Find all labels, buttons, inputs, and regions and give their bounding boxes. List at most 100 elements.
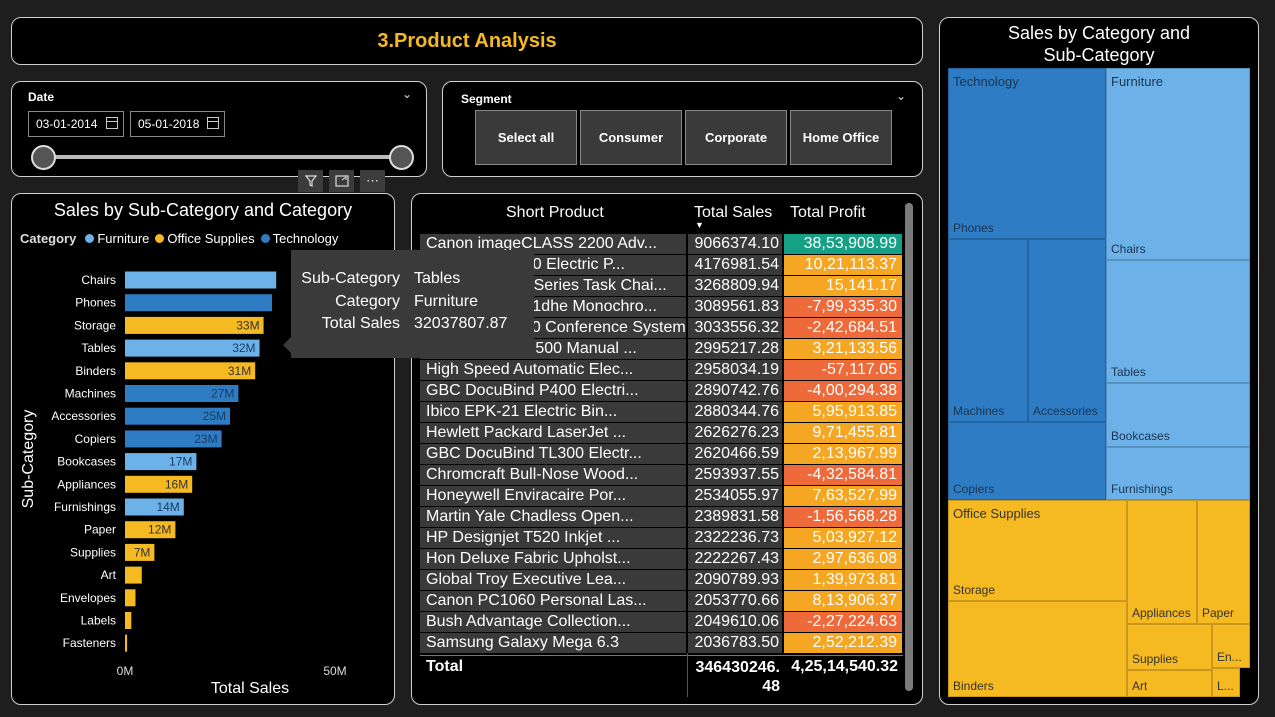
table-row[interactable]: Ibico EPK-21 Electric Bin... 2880344.76 5,… xyxy=(420,402,903,423)
y-tick-label: Envelopes xyxy=(60,591,116,605)
more-options-icon[interactable]: ⋯ xyxy=(360,170,385,192)
cell-sales: 2389831.58 xyxy=(688,507,782,527)
treemap-tile-label: Storage xyxy=(953,583,996,597)
cell-product: Hewlett Packard LaserJet ... xyxy=(420,423,686,443)
date-slicer-label: Date xyxy=(28,90,55,104)
table-row[interactable]: Honeywell Enviracaire Por... 2534055.97 7,… xyxy=(420,486,903,507)
y-tick-label: Chairs xyxy=(81,273,116,287)
treemap-tile-label: Art xyxy=(1132,679,1148,693)
cell-profit: 38,53,908.99 xyxy=(784,234,902,254)
cell-profit: -2,27,224.63 xyxy=(784,612,902,632)
column-header-total-profit[interactable]: Total Profit xyxy=(790,204,866,222)
calendar-icon[interactable] xyxy=(106,117,118,129)
bar[interactable] xyxy=(125,566,142,584)
cell-sales: 2222267.43 xyxy=(688,549,782,569)
calendar-icon[interactable] xyxy=(207,117,219,129)
table-row[interactable]: Martin Yale Chadless Open... 2389831.58 -1… xyxy=(420,507,903,528)
cell-sales: 2995217.28 xyxy=(688,339,782,359)
treemap-tile-label: Paper xyxy=(1202,606,1235,620)
treemap-tile-label: Supplies xyxy=(1132,652,1179,666)
treemap-tile[interactable]: Paper xyxy=(1197,500,1250,624)
segment-home-office-button[interactable]: Home Office xyxy=(790,110,892,165)
table-row[interactable]: Chromcraft Bull-Nose Wood... 2593937.55 -4… xyxy=(420,465,903,486)
bar[interactable] xyxy=(125,634,128,652)
table-row[interactable]: Samsung Galaxy Mega 6.3 2036783.50 2,52,21… xyxy=(420,633,903,654)
sort-desc-icon[interactable]: ▼ xyxy=(695,220,704,230)
cell-profit: 3,21,133.56 xyxy=(784,339,902,359)
date-range-slider-track[interactable] xyxy=(43,155,402,159)
cell-sales: 2049610.06 xyxy=(688,612,782,632)
cell-product: HP Designjet T520 Inkjet ... xyxy=(420,528,686,548)
treemap-group-label: Furniture xyxy=(1111,74,1164,89)
treemap-tile-label: Phones xyxy=(953,221,994,235)
bar[interactable] xyxy=(125,589,136,607)
column-header-short-product[interactable]: Short Product xyxy=(506,204,604,222)
treemap-tile-label: Appliances xyxy=(1132,606,1191,620)
table-row[interactable]: GBC DocuBind TL300 Electr... 2620466.59 2,… xyxy=(420,444,903,465)
focus-mode-icon[interactable] xyxy=(329,170,354,192)
y-tick-label: Storage xyxy=(74,318,116,332)
treemap-tile[interactable]: Accessories xyxy=(1028,239,1106,422)
bar[interactable] xyxy=(125,271,277,289)
date-slider-end-handle[interactable] xyxy=(389,145,414,170)
table-row[interactable]: Global Troy Executive Lea... 2090789.93 1,… xyxy=(420,570,903,591)
y-tick-label: Fasteners xyxy=(63,636,116,650)
column-header-total-sales[interactable]: Total Sales xyxy=(694,204,772,222)
cell-profit: 2,97,636.08 xyxy=(784,549,902,569)
bar[interactable] xyxy=(125,294,272,312)
date-start-input[interactable]: 03-01-2014 xyxy=(28,111,124,137)
cell-product: Canon PC1060 Personal Las... xyxy=(420,591,686,611)
cell-product: GBC DocuBind P400 Electri... xyxy=(420,381,686,401)
y-tick-label: Furnishings xyxy=(54,500,116,514)
table-row[interactable]: Canon PC1060 Personal Las... 2053770.66 8,… xyxy=(420,591,903,612)
treemap-tile[interactable]: Art xyxy=(1127,670,1212,697)
treemap-tile[interactable]: Machines xyxy=(948,239,1028,422)
segment-consumer-button[interactable]: Consumer xyxy=(580,110,682,165)
cell-product: High Speed Automatic Elec... xyxy=(420,360,686,380)
bar-data-label: 31M xyxy=(228,364,251,378)
segment-slicer: Segment ⌄ Select all Consumer Corporate … xyxy=(442,81,923,177)
treemap-tile-label: En... xyxy=(1217,650,1242,664)
treemap-group-label: Technology xyxy=(953,74,1019,89)
segment-select-all-button[interactable]: Select all xyxy=(475,110,577,165)
treemap-tile[interactable]: Phones xyxy=(948,68,1106,239)
table-row[interactable]: HP Designjet T520 Inkjet ... 2322236.73 5,… xyxy=(420,528,903,549)
treemap-tile[interactable]: Supplies xyxy=(1127,624,1212,670)
date-end-value: 05-01-2018 xyxy=(138,117,200,131)
treemap-tile[interactable]: Furnishings xyxy=(1106,447,1250,500)
filter-icon[interactable] xyxy=(298,170,323,192)
cell-sales: 2322236.73 xyxy=(688,528,782,548)
table-row[interactable]: High Speed Automatic Elec... 2958034.19 -5… xyxy=(420,360,903,381)
cell-product: Bush Advantage Collection... xyxy=(420,612,686,632)
treemap-tile[interactable]: Binders xyxy=(948,601,1127,697)
table-total-sales: 346430246.48 xyxy=(695,659,780,695)
treemap-tile-label: Furnishings xyxy=(1111,482,1174,496)
table-row[interactable]: Hon Deluxe Fabric Upholst... 2222267.43 2,… xyxy=(420,549,903,570)
treemap-tile-label: L... xyxy=(1217,679,1234,693)
treemap-tile[interactable]: L... xyxy=(1212,668,1240,697)
treemap-tile[interactable]: En... xyxy=(1212,624,1250,668)
date-slider-start-handle[interactable] xyxy=(31,145,56,170)
page-title-card: 3.Product Analysis xyxy=(11,17,923,65)
y-tick-label: Bookcases xyxy=(57,455,116,469)
table-row[interactable]: GBC DocuBind P400 Electri... 2890742.76 -4… xyxy=(420,381,903,402)
bar[interactable] xyxy=(125,612,132,629)
segment-corporate-button[interactable]: Corporate xyxy=(685,110,787,165)
treemap-tile[interactable]: Copiers xyxy=(948,422,1106,500)
table-scrollbar[interactable] xyxy=(905,203,913,691)
treemap-tile[interactable]: Chairs xyxy=(1106,68,1250,260)
table-row[interactable]: Hewlett Packard LaserJet ... 2626276.23 9,… xyxy=(420,423,903,444)
cell-sales: 2534055.97 xyxy=(688,486,782,506)
date-end-input[interactable]: 05-01-2018 xyxy=(130,111,225,137)
scrollbar-thumb[interactable] xyxy=(905,203,913,691)
table-row[interactable]: Bush Advantage Collection... 2049610.06 -2… xyxy=(420,612,903,633)
cell-profit: -4,00,294.38 xyxy=(784,381,902,401)
treemap-tile[interactable]: Tables xyxy=(1106,260,1250,383)
treemap-tile[interactable]: Appliances xyxy=(1127,500,1197,624)
chevron-down-icon[interactable]: ⌄ xyxy=(896,89,906,103)
cell-product: Hon Deluxe Fabric Upholst... xyxy=(420,549,686,569)
segment-slicer-label: Segment xyxy=(461,92,512,106)
bar-data-label: 23M xyxy=(194,432,217,446)
chevron-down-icon[interactable]: ⌄ xyxy=(402,87,412,101)
treemap-tile[interactable]: Bookcases xyxy=(1106,383,1250,447)
